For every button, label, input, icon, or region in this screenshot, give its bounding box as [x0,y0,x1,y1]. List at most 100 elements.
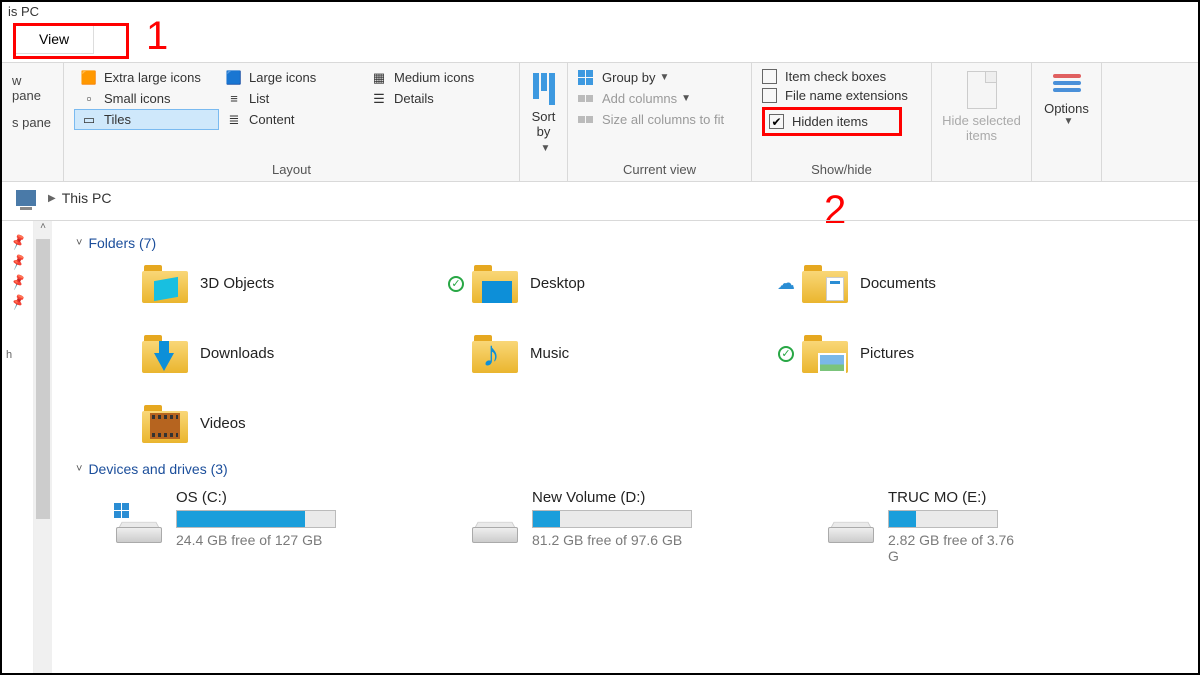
main-view: ˅ Folders (7) 3D Objects ✓ Desktop ☁ Doc… [52,221,1198,673]
folder-videos[interactable]: Videos [116,403,416,443]
drive-icon [116,507,162,543]
drive-icon [828,507,874,543]
folder-3d-objects[interactable]: 3D Objects [116,263,416,303]
content-icon: ≣ [225,113,243,127]
chevron-down-icon: ▼ [681,93,691,104]
ribbon-group-show-hide: Item check boxes File name extensions ✔ H… [752,63,932,181]
breadcrumb[interactable]: ▶ This PC [16,190,112,206]
checkbox-icon [762,69,777,84]
layout-extra-large-icons[interactable]: 🟧 Extra large icons [74,67,219,88]
folder-icon [802,333,848,373]
this-pc-icon [16,190,36,206]
folder-music[interactable]: Music [446,333,746,373]
folder-label: Videos [200,415,246,432]
size-columns-label: Size all columns to fit [602,112,724,127]
group-label-layout: Layout [74,160,509,181]
layout-details[interactable]: ☰Details [364,88,509,109]
layout-label: Extra large icons [104,70,201,85]
folder-downloads[interactable]: Downloads [116,333,416,373]
group-by-button[interactable]: Group by ▼ [578,67,741,88]
drive-name: OS (C:) [176,489,446,506]
drive-name: New Volume (D:) [532,489,802,506]
chevron-right-icon: ▶ [48,193,56,204]
hide-selected-label-1: Hide selected [942,113,1021,128]
checkbox-icon [762,88,777,103]
ribbon-group-sort: Sort by ▼ [520,63,568,181]
navigation-pane-button[interactable]: w pane [12,73,53,103]
large-icon: 🟦 [225,71,243,85]
drive-usage-bar [532,510,692,528]
checkbox-label: Hidden items [792,114,868,129]
checkbox-checked-icon: ✔ [769,114,784,129]
drive-usage-bar [176,510,336,528]
layout-label: Tiles [104,112,131,127]
folder-documents[interactable]: ☁ Documents [776,263,1076,303]
file-name-extensions-toggle[interactable]: File name extensions [762,86,921,105]
section-folders-header[interactable]: ˅ Folders (7) [76,235,1190,251]
checkbox-label: Item check boxes [785,69,886,84]
layout-list[interactable]: ≡ List [219,88,364,109]
details-pane-button[interactable]: s pane [12,115,53,130]
layout-label: Content [249,112,295,127]
medium-icon: ▦ [370,71,388,85]
layout-large-icons[interactable]: 🟦Large icons [219,67,364,88]
breadcrumb-this-pc[interactable]: This PC [62,190,112,206]
extra-large-icon: 🟧 [80,71,98,85]
ribbon-group-layout: 🟧 Extra large icons 🟦Large icons ▦ Medium … [64,63,520,181]
layout-label: Medium icons [394,70,474,85]
ribbon-group-current-view: Group by ▼ Add columns▼ Size all columns … [568,63,752,181]
layout-content[interactable]: ≣ Content [219,109,364,130]
windows-logo-icon [114,503,130,519]
folder-icon [142,263,188,303]
drive-free-text: 2.82 GB free of 3.76 G [888,532,1028,564]
folder-pictures[interactable]: ✓ Pictures [776,333,1076,373]
annotation-box-1 [13,23,129,59]
folder-icon [472,333,518,373]
layout-small-icons[interactable]: ▫Small icons [74,88,219,109]
hide-selected-icon [967,71,997,109]
layout-label: List [249,91,269,106]
item-check-boxes-toggle[interactable]: Item check boxes [762,67,921,86]
group-label-current-view: Current view [578,160,741,181]
drives-grid: OS (C:) 24.4 GB free of 127 GB New Volum… [116,489,1190,564]
options-icon [1053,71,1081,95]
sort-icon [533,73,555,105]
sort-by-button[interactable]: Sort by ▼ [530,67,557,181]
scroll-up-icon[interactable]: ˄ [34,221,52,239]
hide-selected-button: Hide selected items [932,63,1032,181]
add-columns-button: Add columns▼ [578,88,741,109]
layout-tiles[interactable]: ▭Tiles [74,109,219,130]
drive-icon [472,507,518,543]
ribbon: w pane s pane 🟧 Extra large icons 🟦Large … [2,62,1198,182]
layout-label: Details [394,91,434,106]
list-icon: ≡ [225,92,243,106]
section-drives-header[interactable]: ˅ Devices and drives (3) [76,461,1190,477]
options-button[interactable]: Options ▼ [1032,63,1102,181]
chevron-down-icon: ▼ [659,72,669,83]
hidden-items-toggle[interactable]: ✔ Hidden items [769,112,895,131]
layout-medium-icons[interactable]: ▦ Medium icons [364,67,509,88]
layout-label: Small icons [104,91,170,106]
group-by-label: Group by [602,70,655,85]
nav-scrollbar[interactable]: ˄ [34,221,52,673]
drive-c[interactable]: OS (C:) 24.4 GB free of 127 GB [116,489,446,564]
drive-free-text: 24.4 GB free of 127 GB [176,532,446,548]
folder-icon [142,403,188,443]
content-area: 📌 📌 📌 📌 h ˄ ˅ Folders (7) 3D Objects ✓ D… [2,220,1198,673]
size-columns-button: Size all columns to fit [578,109,741,130]
folder-icon [802,263,848,303]
annotation-box-2: ✔ Hidden items [762,107,902,136]
drive-e[interactable]: TRUC MO (E:) 2.82 GB free of 3.76 G [828,489,1028,564]
chevron-down-icon: ˅ [76,237,82,249]
add-columns-icon [578,95,596,102]
nav-item-fragment: h [2,309,33,361]
checkbox-label: File name extensions [785,88,908,103]
drive-free-text: 81.2 GB free of 97.6 GB [532,532,802,548]
folders-grid: 3D Objects ✓ Desktop ☁ Documents Downloa… [116,263,1190,443]
folder-icon [472,263,518,303]
drive-d[interactable]: New Volume (D:) 81.2 GB free of 97.6 GB [472,489,802,564]
scroll-thumb[interactable] [36,239,50,519]
folder-label: Music [530,345,569,362]
chevron-down-icon: ˅ [76,463,82,475]
folder-desktop[interactable]: ✓ Desktop [446,263,746,303]
